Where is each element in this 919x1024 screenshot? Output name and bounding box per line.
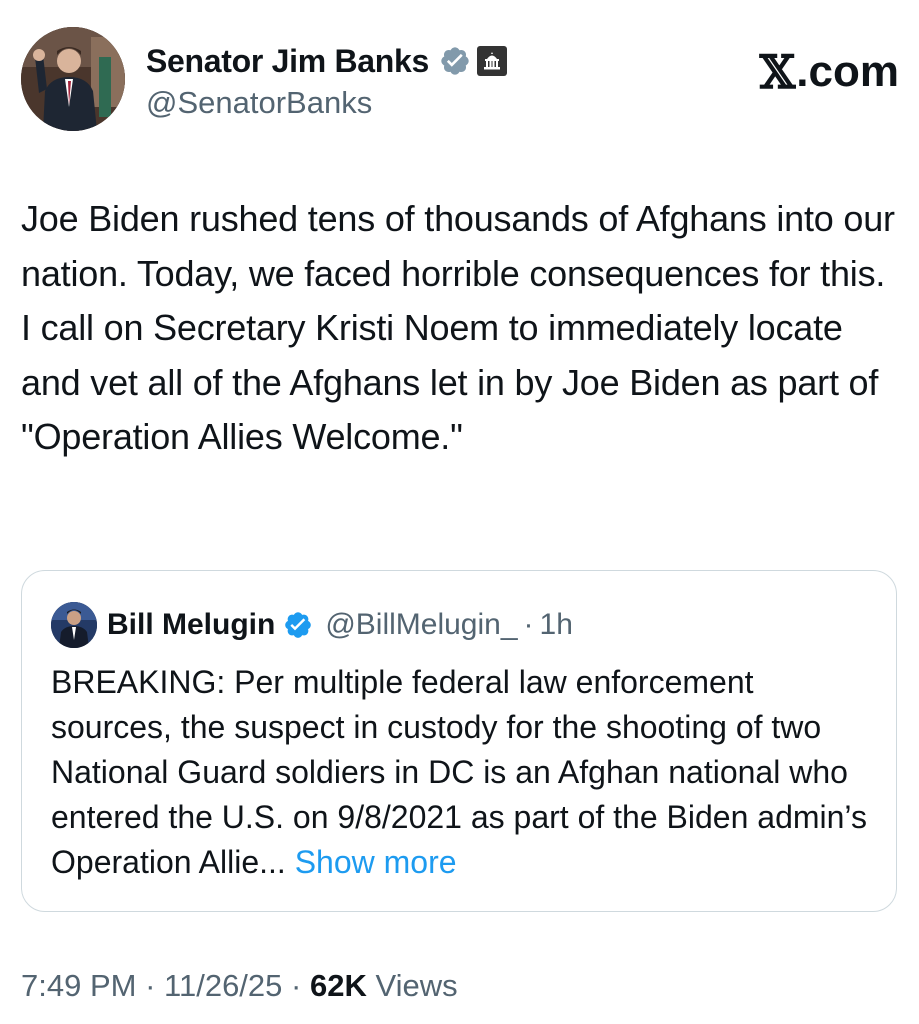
tweet-meta: 7:49 PM · 11/26/25 · 62K Views [21, 968, 458, 1004]
quoted-tweet-time[interactable]: 1h [540, 608, 573, 642]
verified-badge-icon[interactable] [283, 610, 313, 640]
tweet-header: Senator Jim Banks @SenatorBanks 𝕏 .com [21, 27, 899, 137]
quoted-author-handle[interactable]: @BillMelugin_ [325, 608, 517, 642]
separator-dot: · [291, 968, 302, 1003]
separator-dot: · [523, 608, 534, 641]
x-logo-icon: 𝕏 [759, 45, 796, 99]
author-avatar[interactable] [21, 27, 125, 131]
author-handle[interactable]: @SenatorBanks [146, 85, 372, 121]
quoted-tweet-text: BREAKING: Per multiple federal law enfor… [51, 660, 871, 885]
quoted-tweet-card[interactable]: Bill Melugin @BillMelugin_ · 1h BREAKING… [21, 570, 897, 912]
quoted-author-photo [51, 602, 97, 648]
tweet-time[interactable]: 7:49 PM [21, 968, 136, 1003]
quoted-tweet-header: Bill Melugin @BillMelugin_ · 1h [51, 601, 573, 649]
quoted-author-avatar[interactable] [51, 602, 97, 648]
views-label: Views [375, 968, 458, 1003]
quoted-author-name[interactable]: Bill Melugin [107, 608, 275, 642]
author-name[interactable]: Senator Jim Banks [146, 43, 429, 80]
author-name-row: Senator Jim Banks [146, 41, 508, 81]
separator-dot: · [145, 968, 156, 1003]
views-count[interactable]: 62K [310, 968, 367, 1003]
x-logo-text: .com [796, 47, 899, 96]
show-more-link[interactable]: Show more [295, 844, 457, 880]
x-com-logo: 𝕏 .com [760, 45, 899, 99]
author-photo [21, 27, 125, 131]
tweet-date[interactable]: 11/26/25 [164, 968, 282, 1003]
verified-badge-icon[interactable] [439, 45, 471, 77]
quoted-tweet-body: BREAKING: Per multiple federal law enfor… [51, 664, 867, 880]
capitol-building-icon[interactable] [477, 46, 508, 76]
tweet-text: Joe Biden rushed tens of thousands of Af… [21, 198, 895, 457]
